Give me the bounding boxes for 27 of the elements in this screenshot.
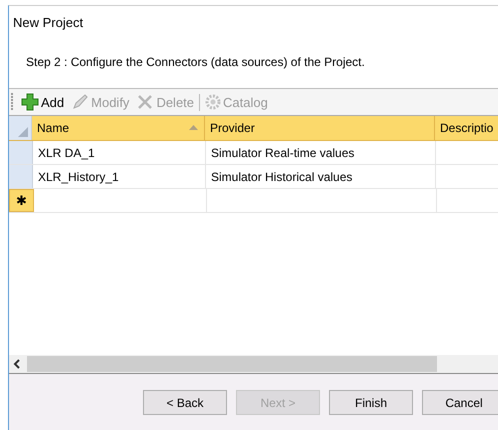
table-cell: Simulator Real-time values <box>206 141 436 164</box>
column-header[interactable]: Name <box>32 116 205 140</box>
row-header[interactable] <box>9 165 33 188</box>
table-cell: XLR DA_1 <box>33 141 206 164</box>
corner-triangle-icon <box>18 127 28 137</box>
select-all-cell[interactable] <box>9 116 32 140</box>
step-description: Step 2 : Configure the Connectors (data sources) of the Project. <box>25 54 366 69</box>
pencil-icon <box>71 93 90 111</box>
plus-icon <box>21 93 39 111</box>
new-row-marker[interactable]: ✱ <box>9 189 34 212</box>
wizard-button[interactable]: < Back <box>143 390 227 415</box>
horizontal-scrollbar[interactable] <box>9 355 498 373</box>
wizard-button[interactable]: Finish <box>329 390 413 415</box>
add-button[interactable]: Add <box>19 93 66 111</box>
table-cell: XLR_History_1 <box>33 165 206 188</box>
grip-icon <box>11 93 14 111</box>
table-cell: Simulator Historical values <box>206 165 436 188</box>
scroll-left-icon[interactable] <box>13 359 21 369</box>
sort-arrow-icon <box>189 125 198 130</box>
column-header[interactable]: Descriptio <box>435 116 498 140</box>
window-title: New Project <box>12 14 84 30</box>
gear-icon <box>205 94 222 110</box>
wizard-button[interactable]: Cancel <box>422 390 498 415</box>
row-header[interactable] <box>9 141 33 164</box>
scrollbar-thumb[interactable] <box>27 356 437 372</box>
column-header[interactable]: Provider <box>205 116 435 140</box>
delete-icon <box>136 93 154 111</box>
